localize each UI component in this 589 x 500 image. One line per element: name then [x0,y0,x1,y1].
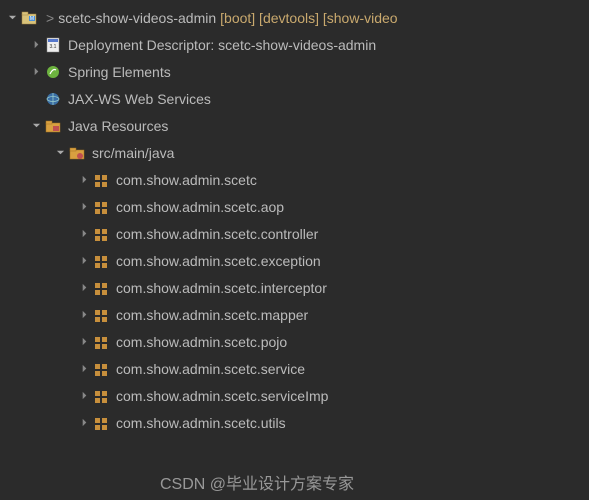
tree-node-label: com.show.admin.scetc.aop [116,199,284,215]
tree-node-package[interactable]: com.show.admin.scetc.serviceImp [0,382,589,409]
tree-node-package[interactable]: com.show.admin.scetc.controller [0,220,589,247]
tree-node-java-resources[interactable]: Java Resources [0,112,589,139]
tree-node-label: Java Resources [68,118,168,134]
java-resources-icon [44,117,62,135]
package-icon [92,414,110,432]
chevron-right-icon[interactable] [76,280,92,296]
project-icon: M [20,9,38,27]
svg-text:3.1: 3.1 [50,44,57,50]
tree-node-label: com.show.admin.scetc.service [116,361,305,377]
package-icon [92,360,110,378]
tree-node-jaxws[interactable]: JAX-WS Web Services [0,85,589,112]
tree-node-label: com.show.admin.scetc.exception [116,253,321,269]
svg-text:M: M [30,16,34,22]
package-icon [92,279,110,297]
tree-node-label: com.show.admin.scetc.mapper [116,307,308,323]
tree-node-deploy-descriptor[interactable]: 3.1 Deployment Descriptor: scetc-show-vi… [0,31,589,58]
chevron-down-icon[interactable] [52,145,68,161]
watermark-text: CSDN @毕业设计方案专家 [160,470,354,494]
chevron-right-icon[interactable] [28,64,44,80]
chevron-right-icon[interactable] [76,172,92,188]
tree-node-package[interactable]: com.show.admin.scetc.service [0,355,589,382]
tree-node-label: JAX-WS Web Services [68,91,211,107]
tree-node-label: com.show.admin.scetc.utils [116,415,286,431]
src-folder-icon [68,144,86,162]
jaxws-icon [44,90,62,108]
tree-node-package[interactable]: com.show.admin.scetc [0,166,589,193]
package-icon [92,171,110,189]
project-root[interactable]: M > scetc-show-videos-admin [boot] [devt… [0,4,589,31]
chevron-right-icon[interactable] [76,307,92,323]
tree-node-package[interactable]: com.show.admin.scetc.exception [0,247,589,274]
package-icon [92,306,110,324]
chevron-right-icon[interactable] [76,334,92,350]
tree-node-spring-elements[interactable]: Spring Elements [0,58,589,85]
tree-node-label: Deployment Descriptor: scetc-show-videos… [68,37,376,53]
tree-node-src-main-java[interactable]: src/main/java [0,139,589,166]
project-decorators: [boot] [devtools] [show-video [220,10,397,26]
chevron-right-icon[interactable] [76,199,92,215]
tree-node-label: Spring Elements [68,64,171,80]
package-icon [92,387,110,405]
chevron-right-icon[interactable] [28,37,44,53]
chevron-right-icon[interactable] [76,415,92,431]
tree-node-package[interactable]: com.show.admin.scetc.pojo [0,328,589,355]
package-icon [92,198,110,216]
package-icon [92,333,110,351]
tree-node-label: src/main/java [92,145,174,161]
chevron-right-icon[interactable] [76,253,92,269]
tree-node-label: com.show.admin.scetc.controller [116,226,318,242]
tree-node-package[interactable]: com.show.admin.scetc.mapper [0,301,589,328]
arrow-placeholder [28,91,44,107]
tree-node-label: com.show.admin.scetc.serviceImp [116,388,328,404]
deploy-descriptor-icon: 3.1 [44,36,62,54]
chevron-down-icon[interactable] [4,10,20,26]
tree-node-label: com.show.admin.scetc.interceptor [116,280,327,296]
tree-node-label: com.show.admin.scetc [116,172,257,188]
spring-icon [44,63,62,81]
chevron-down-icon[interactable] [28,118,44,134]
project-name: scetc-show-videos-admin [58,10,216,26]
project-explorer-tree[interactable]: M > scetc-show-videos-admin [boot] [devt… [0,0,589,436]
tree-node-package[interactable]: com.show.admin.scetc.aop [0,193,589,220]
chevron-right-icon[interactable] [76,361,92,377]
tree-node-package[interactable]: com.show.admin.scetc.interceptor [0,274,589,301]
package-icon [92,225,110,243]
chevron-right-icon[interactable] [76,388,92,404]
tree-node-label: com.show.admin.scetc.pojo [116,334,287,350]
tree-node-package[interactable]: com.show.admin.scetc.utils [0,409,589,436]
package-icon [92,252,110,270]
vcs-dirty-marker: > [46,10,54,26]
chevron-right-icon[interactable] [76,226,92,242]
